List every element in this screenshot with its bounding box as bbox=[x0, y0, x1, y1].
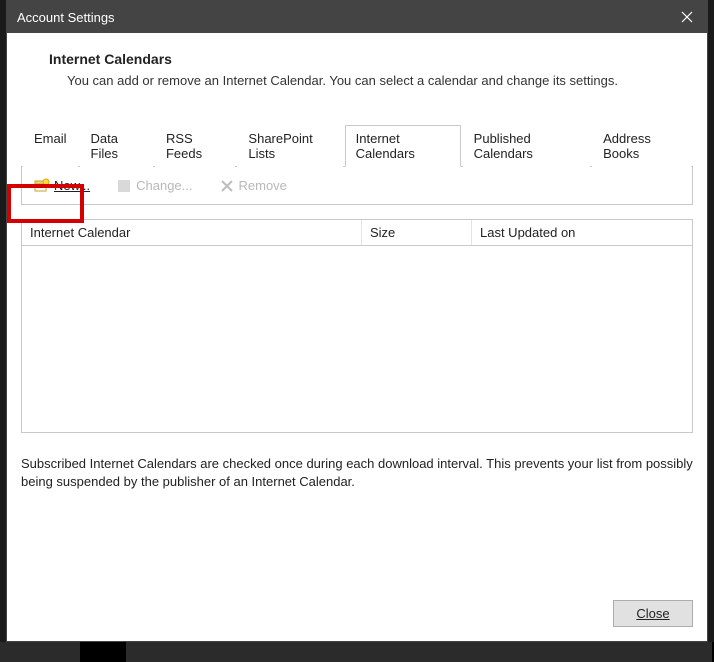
page-subheading: You can add or remove an Internet Calend… bbox=[67, 73, 693, 88]
calendar-new-icon bbox=[34, 178, 50, 194]
tab-email[interactable]: Email bbox=[23, 125, 78, 167]
tab-published-calendars[interactable]: Published Calendars bbox=[463, 125, 590, 167]
close-button-label: Close bbox=[636, 606, 669, 621]
tab-sharepoint-lists[interactable]: SharePoint Lists bbox=[237, 125, 342, 167]
remove-button-label: Remove bbox=[239, 178, 287, 193]
column-size[interactable]: Size bbox=[362, 220, 472, 245]
calendar-grid: Internet Calendar Size Last Updated on bbox=[21, 219, 693, 433]
change-button-label: Change... bbox=[136, 178, 192, 193]
dialog-footer: Close bbox=[21, 590, 693, 631]
grid-header: Internet Calendar Size Last Updated on bbox=[22, 220, 692, 246]
edit-icon bbox=[116, 178, 132, 194]
toolbar: New... Change... Remove bbox=[21, 167, 693, 205]
tab-rss-feeds[interactable]: RSS Feeds bbox=[155, 125, 235, 167]
new-button-label: New... bbox=[54, 178, 90, 193]
info-note: Subscribed Internet Calendars are checke… bbox=[21, 455, 693, 490]
new-button[interactable]: New... bbox=[28, 175, 96, 197]
change-button: Change... bbox=[110, 175, 198, 197]
page-heading: Internet Calendars bbox=[49, 51, 693, 67]
close-button[interactable]: Close bbox=[613, 600, 693, 627]
close-icon[interactable] bbox=[667, 1, 707, 33]
taskbar-fragment bbox=[0, 642, 714, 662]
titlebar: Account Settings bbox=[7, 1, 707, 33]
column-name[interactable]: Internet Calendar bbox=[22, 220, 362, 245]
grid-body bbox=[22, 246, 692, 432]
tab-internet-calendars[interactable]: Internet Calendars bbox=[345, 125, 461, 167]
dialog-content: Internet Calendars You can add or remove… bbox=[7, 33, 707, 641]
column-updated[interactable]: Last Updated on bbox=[472, 220, 692, 245]
remove-button: Remove bbox=[213, 175, 293, 197]
tab-address-books[interactable]: Address Books bbox=[592, 125, 691, 167]
dialog-title: Account Settings bbox=[17, 10, 115, 25]
account-settings-dialog: Account Settings Internet Calendars You … bbox=[6, 0, 708, 642]
tabs-bar: Email Data Files RSS Feeds SharePoint Li… bbox=[21, 124, 693, 167]
remove-icon bbox=[219, 178, 235, 194]
tab-data-files[interactable]: Data Files bbox=[80, 125, 153, 167]
